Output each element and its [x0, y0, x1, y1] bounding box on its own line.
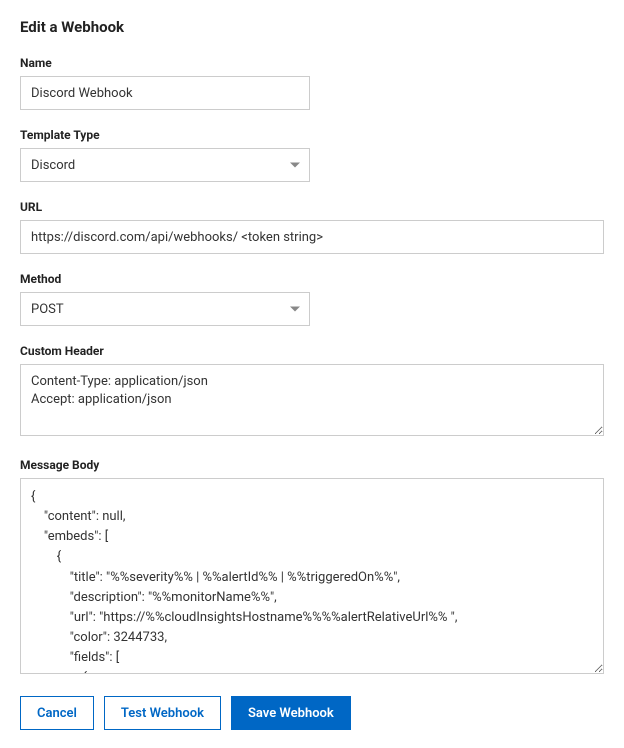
template-type-select[interactable]: Discord: [20, 148, 310, 182]
field-message-body: Message Body: [20, 458, 604, 674]
field-url: URL: [20, 200, 604, 254]
page-title: Edit a Webhook: [20, 18, 604, 36]
field-name: Name: [20, 56, 604, 110]
template-type-label: Template Type: [20, 128, 604, 142]
cancel-button[interactable]: Cancel: [20, 696, 94, 730]
method-select[interactable]: POST: [20, 292, 310, 326]
name-input[interactable]: [20, 76, 310, 110]
url-input[interactable]: [20, 220, 604, 254]
message-body-textarea[interactable]: [21, 479, 603, 673]
field-template-type: Template Type Discord: [20, 128, 604, 182]
save-webhook-button[interactable]: Save Webhook: [231, 696, 351, 730]
button-row: Cancel Test Webhook Save Webhook: [20, 696, 604, 730]
url-label: URL: [20, 200, 604, 214]
custom-header-label: Custom Header: [20, 344, 604, 358]
custom-header-textarea[interactable]: [20, 364, 604, 436]
test-webhook-button[interactable]: Test Webhook: [104, 696, 221, 730]
field-method: Method POST: [20, 272, 604, 326]
message-body-label: Message Body: [20, 458, 604, 472]
method-label: Method: [20, 272, 604, 286]
field-custom-header: Custom Header: [20, 344, 604, 440]
name-label: Name: [20, 56, 604, 70]
